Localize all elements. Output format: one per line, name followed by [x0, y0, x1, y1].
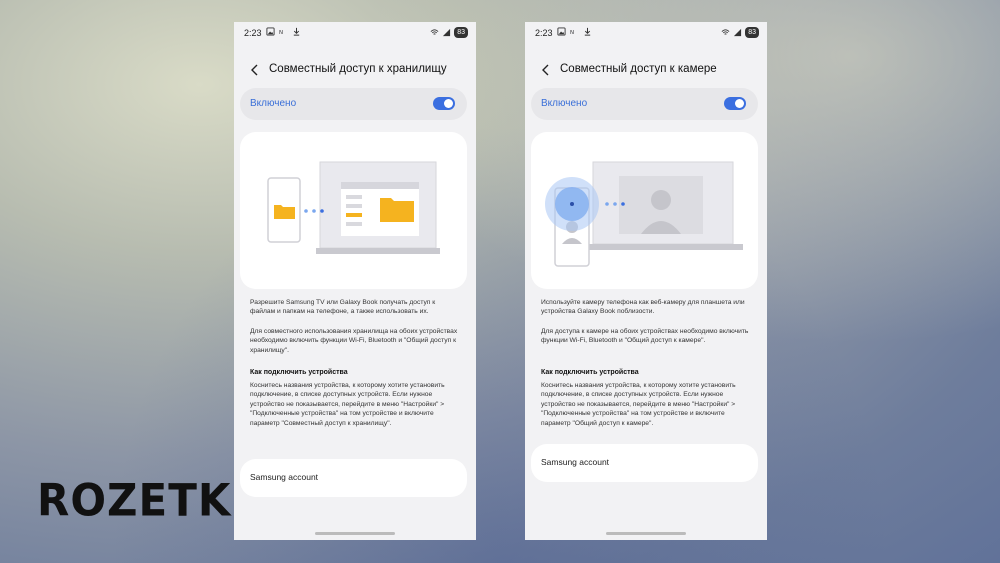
- folder-icon: [380, 198, 414, 222]
- status-bar: 2:23 N 83: [234, 22, 476, 44]
- download-icon: [584, 27, 591, 36]
- switch-knob: [735, 99, 744, 108]
- enable-toggle-row[interactable]: Включено: [531, 88, 758, 120]
- description-paragraph-1: Используйте камеру телефона как веб-каме…: [541, 299, 745, 316]
- how-to-heading: Как подключить устройства: [541, 369, 639, 376]
- image-icon: [557, 27, 566, 36]
- status-bar: 2:23 N 83: [525, 22, 767, 44]
- person-icon: [651, 190, 671, 210]
- how-to-heading: Как подключить устройства: [250, 369, 348, 376]
- download-icon: [293, 27, 300, 36]
- toggle-label: Включено: [541, 98, 588, 109]
- header: Совместный доступ к хранилищу: [234, 58, 476, 82]
- nfc-icon: N: [570, 30, 574, 36]
- file-window-bar: [341, 182, 419, 189]
- samsung-account-row[interactable]: Samsung account: [531, 444, 758, 482]
- phone-screen-camera-share: 2:23 N 83 Совместный доступ к камере Вкл…: [525, 22, 767, 540]
- svg-text:N: N: [570, 30, 574, 36]
- switch-knob: [444, 99, 453, 108]
- home-indicator[interactable]: [606, 532, 686, 535]
- laptop-base: [587, 244, 743, 250]
- header: Совместный доступ к камере: [525, 58, 767, 82]
- enable-toggle-row[interactable]: Включено: [240, 88, 467, 120]
- image-icon: [266, 27, 275, 36]
- samsung-account-row[interactable]: Samsung account: [240, 459, 467, 497]
- how-to-text: Коснитесь названия устройства, к котором…: [250, 382, 445, 427]
- how-to-text: Коснитесь названия устройства, к котором…: [541, 382, 736, 427]
- description-paragraph-1: Разрешите Samsung TV или Galaxy Book пол…: [250, 299, 436, 316]
- battery-icon: 83: [745, 27, 759, 38]
- signal-icon: [443, 28, 451, 37]
- back-arrow-icon[interactable]: [539, 62, 553, 78]
- enable-switch[interactable]: [433, 97, 455, 110]
- folder-icon: [274, 205, 295, 219]
- storage-illustration: [240, 132, 467, 289]
- page-title: Совместный доступ к камере: [560, 63, 717, 75]
- storage-illustration-graphic: [267, 161, 440, 254]
- description-paragraph-2: Для совместного использования хранилища …: [250, 328, 458, 354]
- camera-lens-icon: [570, 202, 574, 206]
- svg-text:N: N: [279, 30, 283, 36]
- account-label: Samsung account: [541, 457, 610, 467]
- camera-illustration-graphic: [545, 161, 743, 267]
- signal-icon: [734, 28, 742, 37]
- camera-illustration: [531, 132, 758, 289]
- description-paragraph-2: Для доступа к камере на обоих устройства…: [541, 328, 749, 345]
- enable-switch[interactable]: [724, 97, 746, 110]
- battery-icon: 83: [454, 27, 468, 38]
- home-indicator[interactable]: [315, 532, 395, 535]
- wifi-icon: [430, 29, 439, 35]
- toggle-label: Включено: [250, 98, 297, 109]
- page-title: Совместный доступ к хранилищу: [269, 63, 447, 75]
- nfc-icon: N: [279, 30, 283, 36]
- phone-screen-storage-share: 2:23 N 83 Совместный доступ к хранилищу …: [234, 22, 476, 540]
- account-label: Samsung account: [250, 472, 319, 482]
- status-time: 2:23: [535, 28, 553, 38]
- status-time: 2:23: [244, 28, 262, 38]
- laptop-base: [316, 248, 440, 254]
- wifi-icon: [721, 29, 730, 35]
- back-arrow-icon[interactable]: [248, 62, 262, 78]
